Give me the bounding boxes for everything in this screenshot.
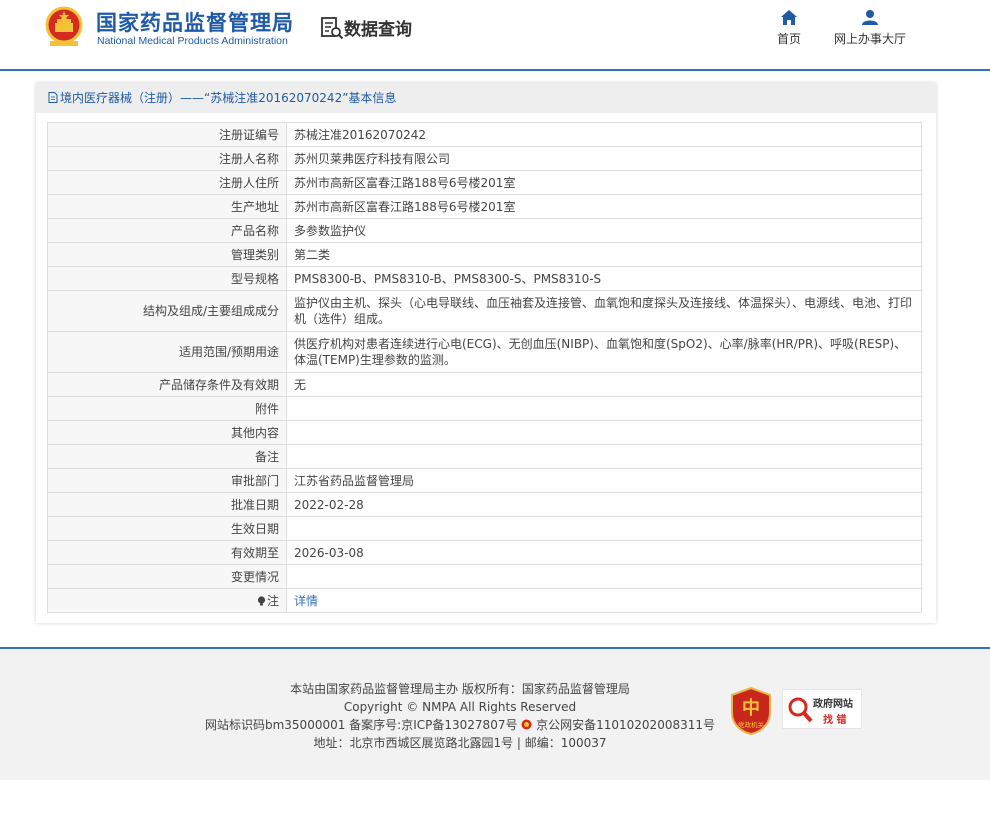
table-row: 适用范围/预期用途 供医疗机构对患者连续进行心电(ECG)、无创血压(NIBP)、… xyxy=(47,331,922,373)
field-value: 江苏省药品监督管理局 xyxy=(286,468,922,493)
magnifier-icon xyxy=(788,697,813,723)
field-label: 审批部门 xyxy=(47,468,287,493)
table-row: 生产地址 苏州市高新区富春江路188号6号楼201室 xyxy=(47,194,922,219)
details-link[interactable]: 详情 xyxy=(294,594,318,608)
table-row: 备注 xyxy=(47,444,922,469)
nav-online-service-hall[interactable]: 网上办事大厅 xyxy=(830,10,910,47)
table-row: 审批部门 江苏省药品监督管理局 xyxy=(47,468,922,493)
field-label: 管理类别 xyxy=(47,242,287,267)
table-row: 结构及组成/主要组成成分 监护仪由主机、探头（心电导联线、血压袖套及连接管、血氧饱… xyxy=(47,290,922,332)
field-label: 结构及组成/主要组成成分 xyxy=(47,290,287,332)
field-label: 注册证编号 xyxy=(47,122,287,147)
error-badge-title: 政府网站 xyxy=(813,699,853,710)
field-label: 附件 xyxy=(47,396,287,421)
field-label: 有效期至 xyxy=(47,540,287,565)
note-value-cell: 详情 xyxy=(286,588,922,613)
footer-address: 地址：北京市西城区展览路北露园1号 | 邮编：100037 xyxy=(313,736,607,750)
field-label: 适用范围/预期用途 xyxy=(47,331,287,373)
field-label: 生效日期 xyxy=(47,516,287,541)
field-value: 第二类 xyxy=(286,242,922,267)
table-row: 有效期至 2026-03-08 xyxy=(47,540,922,565)
nav-home[interactable]: 首页 xyxy=(770,10,808,47)
field-label: 注册人住所 xyxy=(47,170,287,195)
note-label: 注 xyxy=(266,593,279,608)
field-value: 苏州贝莱弗医疗科技有限公司 xyxy=(286,146,922,171)
field-value xyxy=(286,516,922,541)
field-value: 多参数监护仪 xyxy=(286,218,922,243)
field-value xyxy=(286,564,922,589)
party-gov-badge-icon[interactable]: 中 党政机关 xyxy=(730,687,772,735)
table-row: 注册证编号 苏械注准20162070242 xyxy=(47,122,922,147)
footer-info: 本站由国家药品监督管理局主办 版权所有：国家药品监督管理局 Copyright … xyxy=(190,680,730,752)
data-query-icon xyxy=(321,17,344,40)
table-row: 变更情况 xyxy=(47,564,922,589)
field-value: 监护仪由主机、探头（心电导联线、血压袖套及连接管、血氧饱和度探头及连接线、体温探… xyxy=(286,290,922,332)
detail-panel: 境内医疗器械（注册）——“苏械注准20162070242”基本信息 注册证编号苏… xyxy=(36,83,936,623)
field-value xyxy=(286,444,922,469)
gov-site-error-report-badge[interactable]: 政府网站 找 错 xyxy=(782,689,862,729)
field-value: 供医疗机构对患者连续进行心电(ECG)、无创血压(NIBP)、血氧饱和度(SpO… xyxy=(286,331,922,373)
field-label: 备注 xyxy=(47,444,287,469)
footer-icp[interactable]: 网站标识码bm35000001 备案序号:京ICP备13027807号 xyxy=(205,718,521,732)
party-badge-text: 党政机关 xyxy=(738,720,765,729)
svg-text:中: 中 xyxy=(742,697,760,719)
field-value xyxy=(286,420,922,445)
field-value: 2022-02-28 xyxy=(286,492,922,517)
field-label: 变更情况 xyxy=(47,564,287,589)
table-row: 产品储存条件及有效期无 xyxy=(47,372,922,397)
footer-copyright: Copyright © NMPA All Rights Reserved xyxy=(343,700,577,714)
field-value: 苏械注准20162070242 xyxy=(286,122,922,147)
field-value xyxy=(286,396,922,421)
field-label: 产品名称 xyxy=(47,218,287,243)
table-row: 注册人名称 苏州贝莱弗医疗科技有限公司 xyxy=(47,146,922,171)
home-icon xyxy=(781,10,797,25)
police-badge-icon xyxy=(521,719,532,730)
page-title: 数据查询 xyxy=(344,20,412,40)
table-row: 产品名称 多参数监护仪 xyxy=(47,218,922,243)
error-badge-subtitle: 找 错 xyxy=(823,715,847,726)
footer-sponsor: 本站由国家药品监督管理局主办 版权所有：国家药品监督管理局 xyxy=(290,682,630,696)
field-value: 2026-03-08 xyxy=(286,540,922,565)
table-row: 附件 xyxy=(47,396,922,421)
national-emblem-icon[interactable] xyxy=(44,6,84,48)
field-value: 苏州市高新区富春江路188号6号楼201室 xyxy=(286,170,922,195)
field-label: 生产地址 xyxy=(47,194,287,219)
detail-panel-heading: 境内医疗器械（注册）——“苏械注准20162070242”基本信息 xyxy=(36,83,936,113)
table-row: 批准日期 2022-02-28 xyxy=(47,492,922,517)
note-label-cell: 注 xyxy=(47,588,287,613)
footer-police-record[interactable]: 京公网安备11010202008311号 xyxy=(536,718,715,732)
field-label: 注册人名称 xyxy=(47,146,287,171)
nav-hall-label: 网上办事大厅 xyxy=(833,32,906,46)
user-icon xyxy=(862,10,878,25)
footer-record: 网站标识码bm35000001 备案序号:京ICP备13027807号 京公网安… xyxy=(190,716,730,734)
site-footer: 本站由国家药品监督管理局主办 版权所有：国家药品监督管理局 Copyright … xyxy=(0,647,990,780)
site-header: 国家药品监督管理局 National Medical Products Admi… xyxy=(0,0,990,71)
nav-home-label: 首页 xyxy=(776,32,801,46)
document-icon xyxy=(48,92,58,103)
site-title-en[interactable]: National Medical Products Administration xyxy=(97,35,288,47)
table-row: 生效日期 xyxy=(47,516,922,541)
field-label: 其他内容 xyxy=(47,420,287,445)
table-row: 注册人住所 苏州市高新区富春江路188号6号楼201室 xyxy=(47,170,922,195)
table-row: 其他内容 xyxy=(47,420,922,445)
field-value: PMS8300-B、PMS8310-B、PMS8300-S、PMS8310-S xyxy=(286,266,922,291)
lightbulb-icon xyxy=(257,595,266,605)
field-label: 批准日期 xyxy=(47,492,287,517)
registration-info-table: 注册证编号 苏械注准20162070242 注册人名称 苏州贝莱弗医疗科技有限公司 注册… xyxy=(47,122,922,613)
table-row: 管理类别 第二类 xyxy=(47,242,922,267)
field-label: 型号规格 xyxy=(47,266,287,291)
detail-panel-title: 境内医疗器械（注册）——“苏械注准20162070242”基本信息 xyxy=(60,91,397,105)
table-row-note: 注 详情 xyxy=(47,588,922,613)
field-label: 产品储存条件及有效期 xyxy=(47,372,287,397)
field-value: 无 xyxy=(286,372,922,397)
site-title[interactable]: 国家药品监督管理局 xyxy=(96,7,294,37)
table-row: 型号规格 PMS8300-B、PMS8310-B、PMS8300-S、PMS831… xyxy=(47,266,922,291)
field-value: 苏州市高新区富春江路188号6号楼201室 xyxy=(286,194,922,219)
